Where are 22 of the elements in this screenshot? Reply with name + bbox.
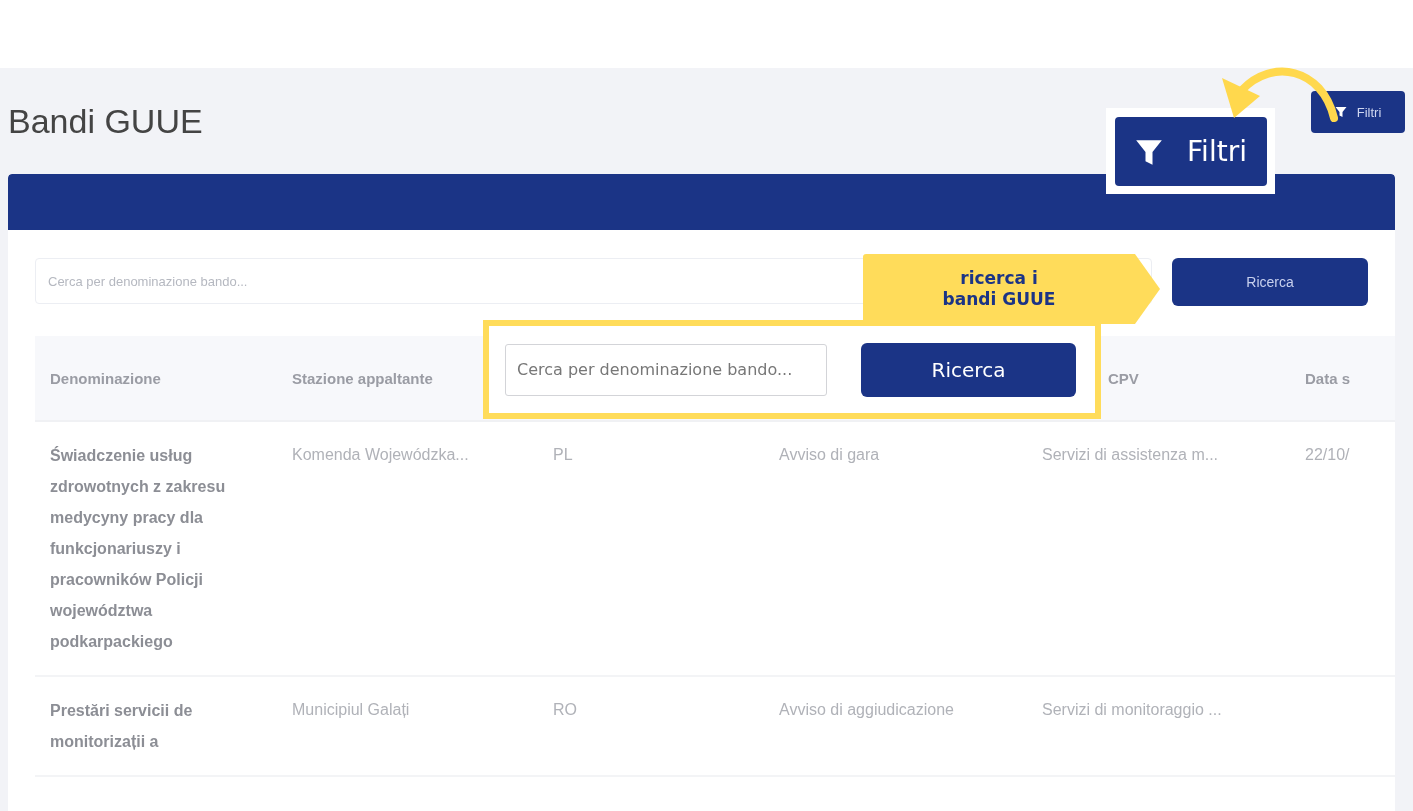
callout-tooltip: ricerca i bandi GUUE [863, 254, 1160, 324]
search-button[interactable]: Ricerca [1172, 258, 1368, 306]
table-cell-text: Prestări servicii de monitorizații a [50, 701, 194, 752]
table-cell-text: 22/10/ [1305, 446, 1351, 465]
table-cell-text: Świadczenie usług zdrowotnych z zakresu medycyny pracy dla funkcjonariuszy i pracowników Policji województwa podkarpackiego [50, 445, 227, 652]
column-header: CPV [1107, 369, 1140, 387]
table-cell-text: Avviso di gara [779, 446, 881, 465]
table-cell-text: PL [553, 446, 574, 465]
column-header: Data s [1305, 369, 1352, 387]
filter-icon [1334, 106, 1347, 118]
page-title: Bandi GUUE [8, 101, 203, 141]
table-cell-text: Servizi di assistenza m... [1042, 446, 1220, 465]
zoomed-search-field[interactable]: Cerca per denominazione bando... [505, 343, 827, 396]
zoomed-search-button[interactable]: Ricerca [861, 342, 1076, 397]
table-cell-text: Municipiul Galați [292, 701, 411, 720]
column-header: Denominazione [50, 369, 162, 387]
table-cell-text: Avviso di aggiudicazione [779, 701, 955, 720]
zoomed-filter-button[interactable]: Filtri [1115, 117, 1267, 186]
filter-button[interactable]: Filtri [1311, 91, 1405, 133]
table-cell-text: Servizi di monitoraggio ... [1042, 701, 1223, 720]
table-cell-text: RO [553, 701, 578, 720]
table-cell-text: Komenda Wojewódzka... [292, 446, 470, 465]
